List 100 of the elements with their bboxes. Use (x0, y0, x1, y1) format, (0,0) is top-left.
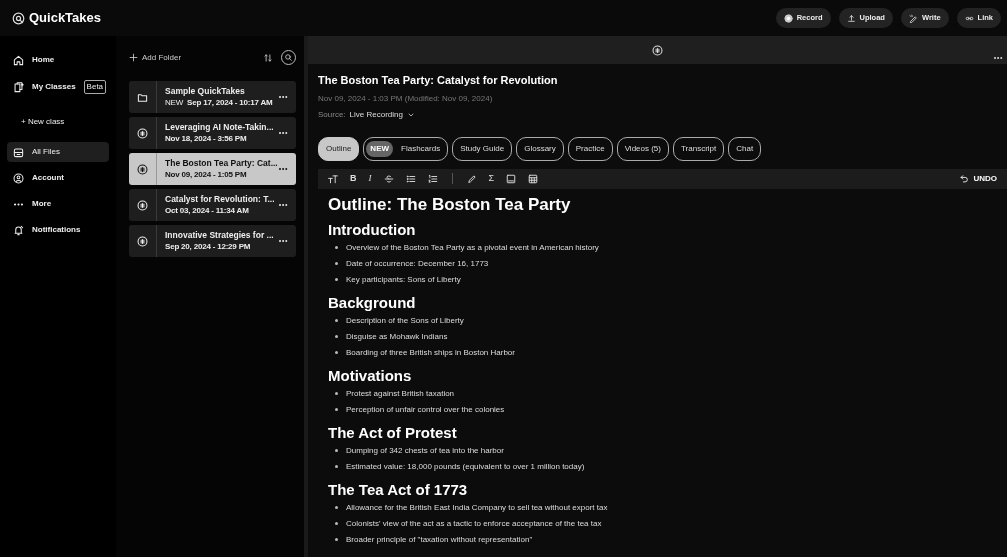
bullet-text: Allowance for the British East India Company to sell tea without export tax (346, 501, 608, 514)
bullet-text: Broader principle of "taxation without representation" (346, 533, 533, 546)
home-icon (13, 54, 24, 66)
tab[interactable]: Chat (728, 136, 762, 161)
file-date: Nov 09, 2024 - 1:05 PM (165, 169, 247, 182)
sidebar-item[interactable]: Notifications (7, 220, 109, 240)
audio-icon (137, 199, 148, 211)
numbered-list-icon (427, 173, 438, 184)
strikethrough-icon (383, 173, 394, 184)
record-icon (783, 13, 793, 23)
file-card[interactable]: Sample QuickTakes NEW Sep 17, 2024 - 10:17 AM (129, 81, 296, 113)
sidebar-item[interactable]: My Classes Beta (7, 76, 109, 98)
bullet-icon (335, 465, 338, 468)
tab[interactable]: NEW Flashcards (363, 136, 449, 161)
bullet-text: Date of occurrence: December 16, 1773 (346, 257, 489, 270)
bullet-icon (335, 522, 338, 525)
bullet-text: Disguise as Mohawk Indians (346, 330, 448, 343)
image-icon (506, 173, 517, 184)
bullet-icon (335, 319, 338, 322)
file-card[interactable]: Innovative Strategies for ... Sep 20, 2024 - 12:29 PM (129, 225, 296, 257)
bullet-text: Boarding of three British ships in Boston Harbor (346, 346, 515, 359)
source-label: Source: (318, 108, 346, 121)
sidebar-item[interactable]: Account (7, 168, 109, 188)
file-card[interactable]: Leveraging AI Note-Takin... Nov 18, 2024 - 3:56 PM (129, 117, 296, 149)
bullet-text: Description of the Sons of Liberty (346, 314, 464, 327)
document-title: The Boston Tea Party: Catalyst for Revolution (318, 73, 559, 88)
section-heading: Background (328, 292, 417, 312)
file-card[interactable]: Catalyst for Revolution: T... Oct 03, 2024 - 11:34 AM (129, 189, 296, 221)
bullet-list-icon (405, 173, 416, 184)
audio-icon (137, 235, 148, 247)
plus-icon (129, 53, 138, 62)
bullet-text: Dumping of 342 chests of tea into the harbor (346, 444, 504, 457)
bullet-icon (335, 335, 338, 338)
bullet-icon (335, 278, 338, 281)
text-size-icon (328, 173, 338, 184)
bullet-icon (335, 408, 338, 411)
file-date: Sep 17, 2024 - 10:17 AM (187, 97, 273, 110)
file-title: The Boston Tea Party: Cat... (165, 156, 278, 170)
app-logo: QuickTakes (29, 9, 102, 28)
bullet-icon (335, 538, 338, 541)
section-heading: The Act of Protest (328, 422, 458, 442)
file-title: Sample QuickTakes (165, 84, 246, 98)
sort-icon (263, 52, 273, 63)
bullet-text: Perception of unfair control over the colonies (346, 403, 505, 416)
section-heading: The Tea Act of 1773 (328, 479, 469, 499)
upload-icon (846, 13, 856, 23)
file-title: Catalyst for Revolution: T... (165, 192, 276, 206)
audio-icon (137, 127, 148, 139)
sigma-button[interactable]: Σ (482, 174, 501, 183)
tab[interactable]: Practice (567, 136, 613, 161)
undo-button[interactable]: UNDO (954, 171, 1003, 186)
document-date: Nov 09, 2024 - 1:03 PM (Modified: Nov 09, 2024) (318, 92, 494, 105)
file-date: Nov 18, 2024 - 3:56 PM (165, 133, 247, 146)
new-badge: NEW (366, 140, 394, 157)
tray-icon (13, 146, 24, 158)
section-heading: Motivations (328, 365, 413, 385)
bullet-text: Estimated value: 18,000 pounds (equivalent to over 1 million today) (346, 460, 585, 473)
folder-icon (137, 91, 148, 103)
outline-heading: Outline: The Boston Tea Party (328, 194, 572, 215)
undo-icon (960, 174, 970, 183)
file-title: Innovative Strategies for ... (165, 228, 275, 242)
tab[interactable]: Glossary (516, 136, 564, 161)
bullet-icon (335, 262, 338, 265)
add-folder-button[interactable]: Add Folder (129, 51, 182, 64)
audio-icon (652, 45, 663, 57)
tab[interactable]: Outline (318, 136, 360, 161)
audio-icon (137, 163, 148, 175)
tab[interactable]: Videos (5) (616, 136, 669, 161)
sidebar-item[interactable]: + New class (7, 112, 109, 132)
sidebar-item[interactable]: All Files (7, 142, 109, 162)
bullet-icon (335, 449, 338, 452)
bold-button[interactable]: B (344, 174, 363, 183)
bullet-text: Overview of the Boston Tea Party as a pivotal event in American history (346, 241, 599, 254)
bullet-icon (335, 392, 338, 395)
italic-button[interactable]: I (362, 174, 378, 183)
search-icon (284, 53, 293, 62)
sidebar-item[interactable]: Home (7, 50, 109, 70)
beta-badge: Beta (83, 80, 107, 94)
tab[interactable]: Transcript (673, 136, 725, 161)
clipboard-plus-icon (13, 81, 24, 93)
section-heading: Introduction (328, 219, 417, 239)
table-icon (528, 173, 539, 184)
bullet-icon (335, 506, 338, 509)
bullet-icon (335, 351, 338, 354)
file-title: Leveraging AI Note-Takin... (165, 120, 275, 134)
bullet-icon (335, 246, 338, 249)
bullet-text: Protest against British taxation (346, 387, 455, 400)
new-label: NEW (165, 97, 184, 110)
source-dropdown[interactable]: Live Recording (349, 108, 415, 121)
sidebar-item[interactable]: More (7, 194, 109, 214)
file-card[interactable]: The Boston Tea Party: Cat... Nov 09, 2024 - 1:05 PM (129, 153, 296, 185)
bell-icon (13, 224, 24, 236)
account-icon (13, 172, 24, 184)
bullet-text: Key participants: Sons of Liberty (346, 273, 461, 286)
file-date: Oct 03, 2024 - 11:34 AM (165, 205, 249, 218)
tab[interactable]: Study Guide (452, 136, 513, 161)
bullet-text: Colonists' view of the act as a tactic to enforce acceptance of the tea tax (346, 517, 602, 530)
logo-icon (12, 12, 25, 26)
pencil-icon (466, 173, 477, 184)
file-date: Sep 20, 2024 - 12:29 PM (165, 241, 251, 254)
